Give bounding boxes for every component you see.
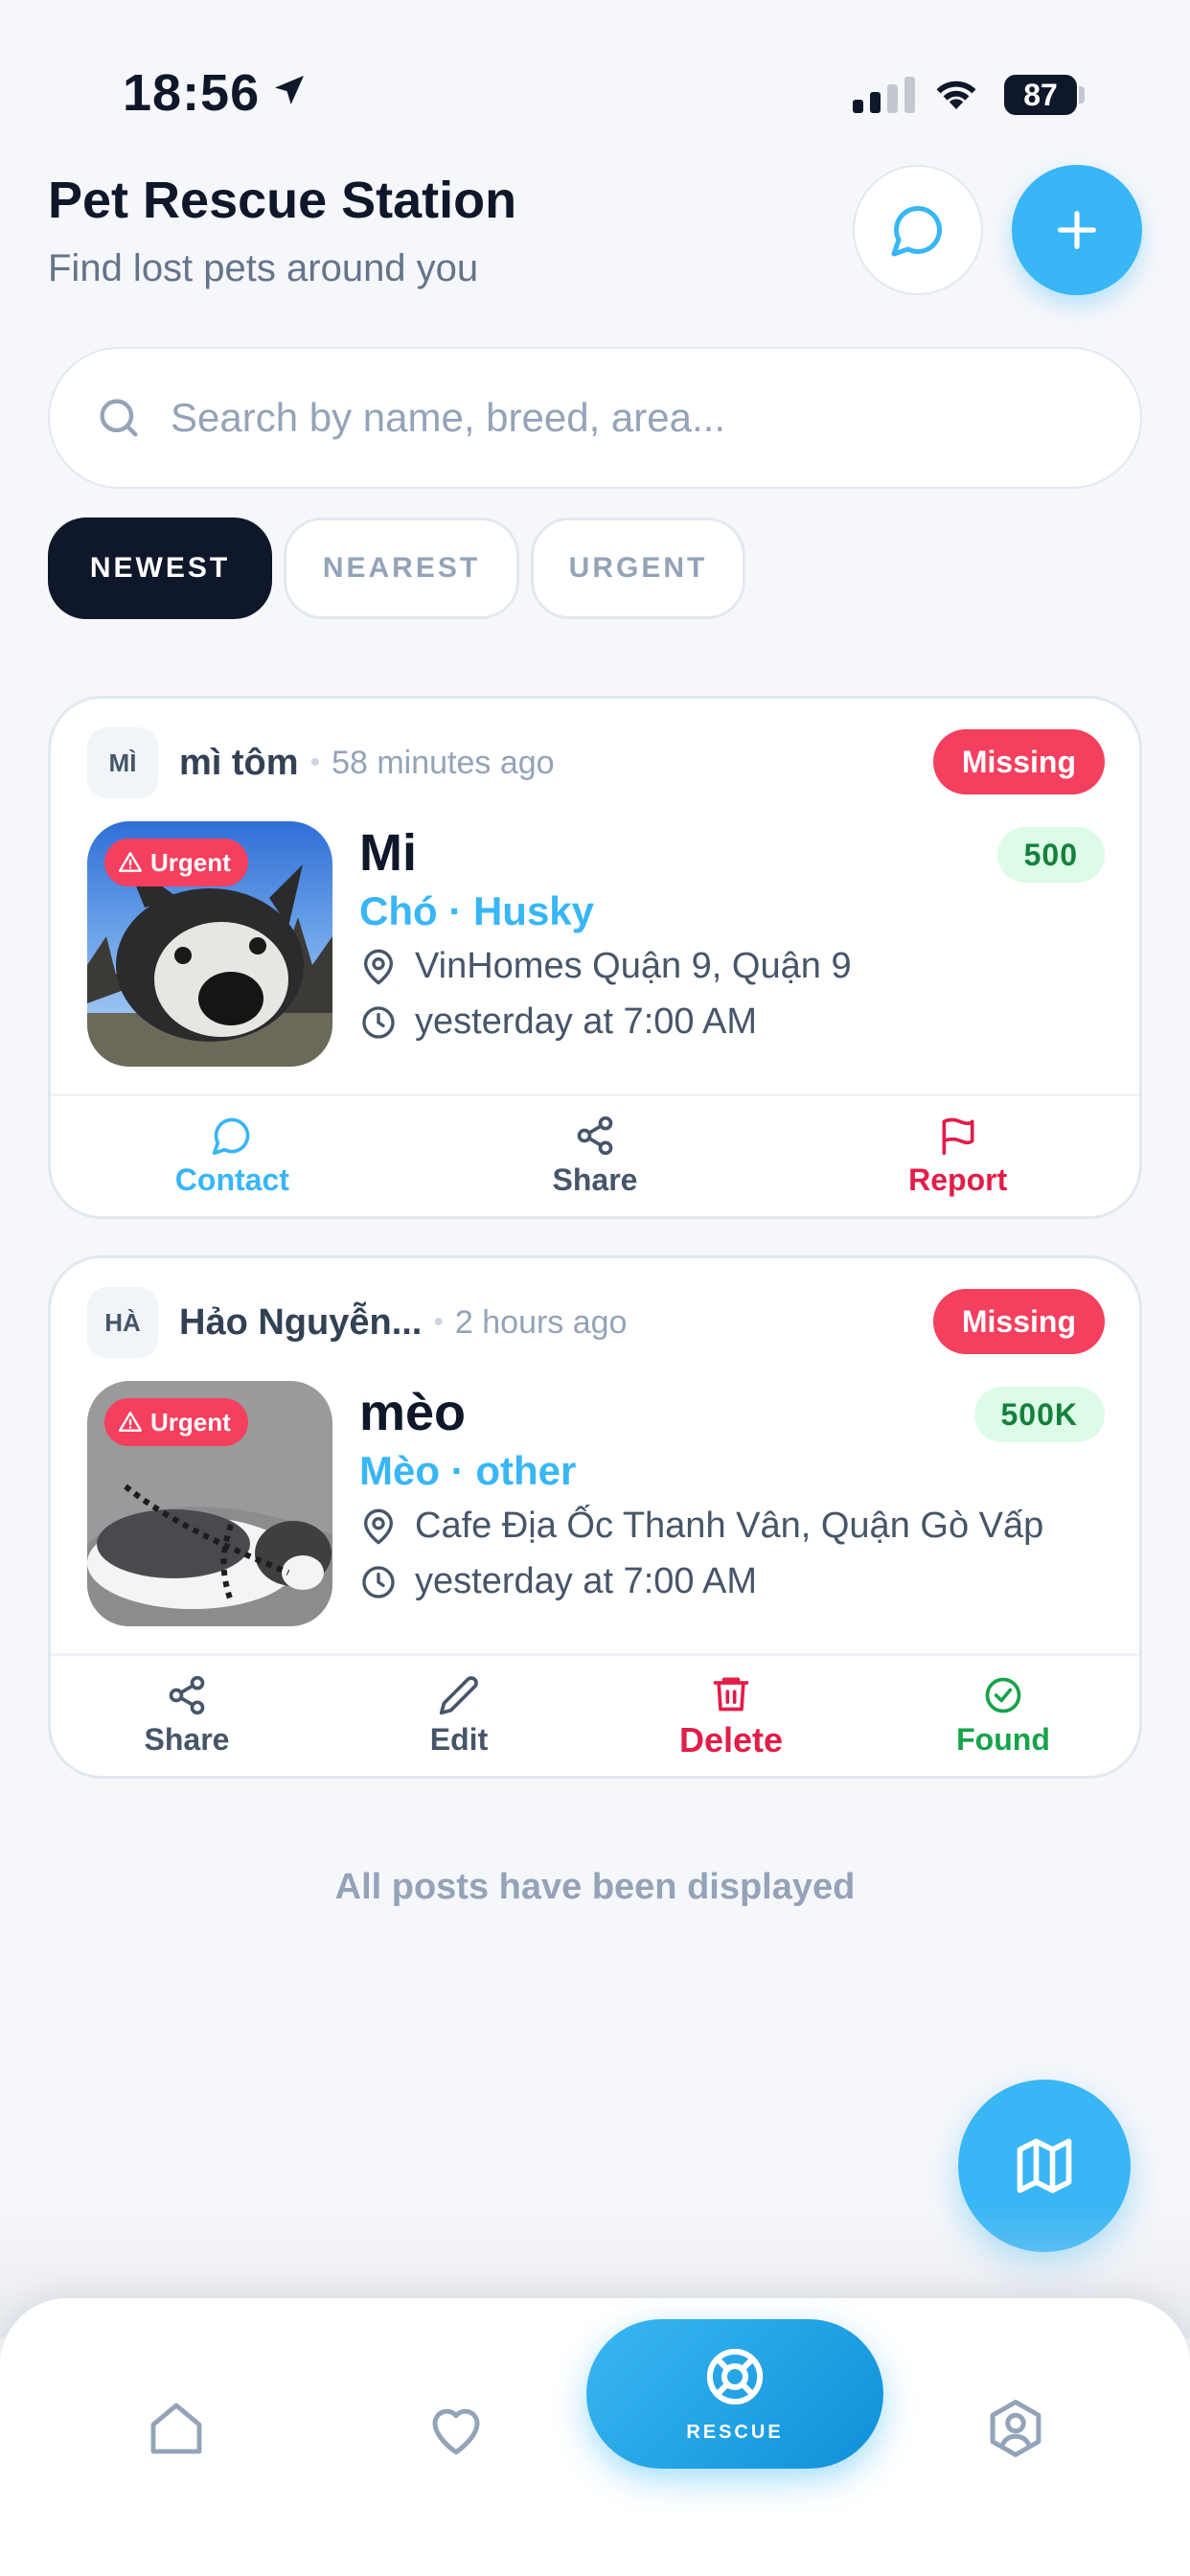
end-of-list-message: All posts have been displayed xyxy=(334,1867,856,1907)
share-button[interactable]: Share xyxy=(51,1656,323,1776)
post-actions: Share Edit Delete Found xyxy=(51,1653,1139,1776)
edit-label: Edit xyxy=(429,1722,489,1757)
location-text: Cafe Địa Ốc Thanh Vân, Quận Gò Vấp xyxy=(415,1506,1044,1546)
share-icon xyxy=(577,1116,613,1156)
lost-time-text: yesterday at 7:00 AM xyxy=(415,1561,757,1601)
report-button[interactable]: Report xyxy=(776,1096,1139,1216)
location-arrow-icon xyxy=(270,71,309,109)
pencil-icon xyxy=(439,1676,478,1715)
search-bar[interactable] xyxy=(48,347,1142,489)
contact-button[interactable]: Contact xyxy=(51,1096,414,1216)
nav-favorites[interactable] xyxy=(389,2361,523,2496)
found-label: Found xyxy=(956,1722,1050,1757)
wifi-icon xyxy=(931,73,981,111)
share-icon xyxy=(169,1675,205,1715)
plus-icon xyxy=(1058,211,1096,249)
avatar: MÌ xyxy=(87,727,158,798)
chat-bubble-icon xyxy=(213,1117,250,1156)
page-title: Pet Rescue Station xyxy=(48,172,517,229)
post-time: 2 hours ago xyxy=(454,1303,628,1341)
separator-dot: • xyxy=(309,747,321,778)
author-name: Hảo Nguyễn... xyxy=(179,1301,423,1343)
pet-species-breed: Mèo · other xyxy=(359,1448,577,1493)
nav-profile[interactable] xyxy=(949,2361,1083,2496)
status-badge: Missing xyxy=(932,729,1105,794)
report-label: Report xyxy=(908,1162,1008,1197)
status-time: 18:56 xyxy=(123,64,261,122)
pet-name: mèo xyxy=(359,1384,467,1441)
location-text: VinHomes Quận 9, Quận 9 xyxy=(415,946,852,986)
pet-photo[interactable]: Urgent xyxy=(87,821,332,1067)
filter-nearest[interactable]: NEAREST xyxy=(284,518,519,619)
pet-name: Mi xyxy=(359,824,417,882)
pet-location: VinHomes Quận 9, Quận 9 xyxy=(359,946,852,987)
lost-time: yesterday at 7:00 AM xyxy=(359,1001,757,1043)
lost-time: yesterday at 7:00 AM xyxy=(359,1561,757,1602)
map-pin-icon xyxy=(364,1508,393,1544)
urgent-badge: Urgent xyxy=(104,1398,248,1446)
search-input[interactable] xyxy=(171,395,1033,441)
add-post-button[interactable] xyxy=(1012,165,1142,295)
pet-location: Cafe Địa Ốc Thanh Vân, Quận Gò Vấp xyxy=(359,1506,1043,1547)
trash-icon xyxy=(713,1677,749,1711)
urgent-label: Urgent xyxy=(150,1407,231,1437)
warning-icon xyxy=(118,852,143,872)
reward-badge: 500K xyxy=(973,1387,1105,1442)
status-bar: 18:56 87 xyxy=(0,0,1190,144)
post-meta: HÀ Hảo Nguyễn... • 2 hours ago xyxy=(87,1287,627,1358)
nav-rescue-label: RESCUE xyxy=(686,2421,784,2443)
pet-photo[interactable]: Urgent xyxy=(87,1381,332,1626)
bottom-nav: RESCUE xyxy=(0,2298,1190,2576)
avatar: HÀ xyxy=(87,1287,158,1358)
nav-rescue[interactable]: RESCUE xyxy=(586,2319,883,2469)
clock-icon xyxy=(362,1005,395,1039)
heart-icon xyxy=(432,2408,480,2455)
flag-icon xyxy=(942,1117,974,1156)
map-icon xyxy=(1017,2138,1072,2194)
cellular-signal-icon xyxy=(853,77,915,113)
map-pin-icon xyxy=(364,949,393,984)
lifebuoy-icon xyxy=(706,2348,764,2404)
warning-icon xyxy=(118,1412,143,1432)
contact-label: Contact xyxy=(174,1162,289,1197)
user-hexagon-icon xyxy=(990,2400,1041,2457)
filter-urgent[interactable]: URGENT xyxy=(531,518,745,619)
post-card[interactable]: MÌ mì tôm • 58 minutes ago Missing Urgen… xyxy=(48,696,1142,1219)
nav-home[interactable] xyxy=(109,2361,243,2496)
urgent-badge: Urgent xyxy=(104,839,248,886)
delete-label: Delete xyxy=(678,1719,784,1760)
post-meta: MÌ mì tôm • 58 minutes ago xyxy=(87,727,555,798)
share-button[interactable]: Share xyxy=(414,1096,777,1216)
post-time: 58 minutes ago xyxy=(332,744,555,781)
pet-species-breed: Chó · Husky xyxy=(359,888,595,933)
status-badge: Missing xyxy=(932,1289,1105,1354)
post-card[interactable]: HÀ Hảo Nguyễn... • 2 hours ago Missing U… xyxy=(48,1255,1142,1779)
clock-icon xyxy=(362,1565,395,1598)
home-icon xyxy=(150,2403,202,2454)
lost-time-text: yesterday at 7:00 AM xyxy=(415,1001,757,1042)
edit-button[interactable]: Edit xyxy=(323,1656,595,1776)
sort-filters: NEWEST NEAREST URGENT xyxy=(48,518,745,619)
found-button[interactable]: Found xyxy=(867,1656,1139,1776)
search-icon xyxy=(100,399,138,437)
chat-bubble-icon xyxy=(891,205,943,257)
share-label: Share xyxy=(144,1722,230,1757)
separator-dot: • xyxy=(433,1306,444,1338)
author-name: mì tôm xyxy=(179,742,299,783)
urgent-label: Urgent xyxy=(150,847,231,877)
check-circle-icon xyxy=(985,1677,1021,1714)
battery-indicator: 87 xyxy=(1004,75,1077,115)
delete-button[interactable]: Delete xyxy=(595,1656,867,1776)
share-label: Share xyxy=(552,1162,638,1197)
battery-tip xyxy=(1079,86,1085,104)
post-actions: Contact Share Report xyxy=(51,1093,1139,1216)
reward-badge: 500 xyxy=(996,827,1105,883)
messages-button[interactable] xyxy=(853,165,983,295)
filter-newest[interactable]: NEWEST xyxy=(48,518,272,619)
page-subtitle: Find lost pets around you xyxy=(48,247,479,289)
